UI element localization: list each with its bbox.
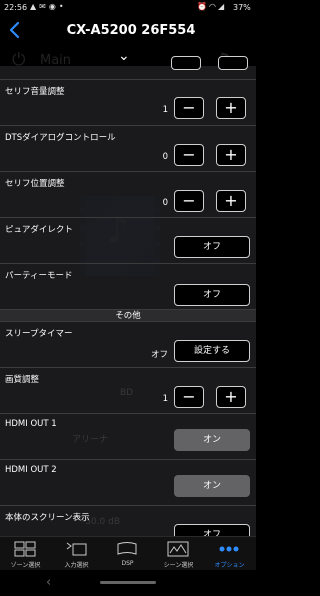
scene-icon [167, 541, 189, 557]
row-sleep-timer: スリープタイマー オフ 設定する [0, 322, 256, 368]
plus-button[interactable]: + [216, 190, 246, 212]
alarm-icon: ⏰ [197, 2, 209, 11]
row-value: 0 [162, 152, 168, 162]
nav-label: オプション [214, 562, 245, 569]
app-icon: ◉ [48, 2, 59, 11]
status-time: 22:56 [4, 3, 28, 12]
plus-button[interactable]: + [216, 386, 246, 408]
ghost-text: アリーナ [72, 435, 109, 445]
nav-label: DSP [121, 560, 134, 567]
nav-label: ゾーン選択 [10, 562, 41, 569]
plus-button[interactable]: + [216, 144, 246, 166]
row-label: DTSダイアログコントロール [5, 133, 116, 143]
minus-button[interactable]: − [174, 97, 204, 119]
row-hdmi-out-2: HDMI OUT 2 オン [0, 460, 256, 506]
row-hdmi-out-1: HDMI OUT 1 アリーナ オン [0, 414, 256, 460]
hdmi-out-2-toggle[interactable]: オン [174, 475, 250, 497]
options-icon [219, 546, 239, 552]
bottom-nav: ゾーン選択 入力選択 DSP シーン選択 オプション [0, 536, 256, 570]
system-icons: ⏰◠◢ [197, 2, 226, 11]
nav-label: 入力選択 [64, 562, 89, 569]
zone-icon [14, 541, 36, 557]
list-item-partial [0, 56, 256, 80]
input-icon [66, 542, 87, 556]
nav-input-select[interactable]: 入力選択 [51, 537, 102, 571]
minus-button[interactable]: − [174, 144, 204, 166]
dot-icon: • [58, 2, 67, 11]
row-label: ピュアダイレクト [5, 225, 73, 235]
nav-dsp[interactable]: DSP [102, 537, 153, 571]
notification-icons: ▲✉◉• [30, 2, 67, 11]
row-label: 画質調整 [5, 375, 40, 385]
row-value: 1 [162, 394, 168, 404]
dsp-icon [117, 542, 137, 555]
minus-button[interactable]: − [174, 190, 204, 212]
system-navigation-bar: ‹ [0, 570, 256, 596]
nav-options[interactable]: オプション [204, 537, 255, 571]
row-serif-position: セリフ位置調整 0 − + [0, 172, 256, 218]
app-header: CX-A5200 26F554 [0, 16, 256, 44]
page-title: CX-A5200 26F554 [66, 23, 196, 38]
plus-button-partial[interactable] [218, 56, 248, 70]
warning-icon: ▲ [30, 2, 40, 11]
mail-icon: ✉ [39, 2, 49, 11]
row-label: スリープタイマー [5, 329, 73, 339]
minus-button-partial[interactable] [171, 56, 201, 70]
home-gesture-pill[interactable] [100, 581, 156, 584]
ghost-text: BD [120, 388, 134, 398]
sleep-timer-set-button[interactable]: 設定する [174, 340, 250, 362]
row-value: オフ [150, 350, 168, 360]
row-serif-volume: セリフ音量調整 1 − + [0, 80, 256, 126]
hdmi-out-1-toggle[interactable]: オン [174, 429, 250, 451]
signal-icon: ◢ [217, 2, 227, 11]
status-bar: 22:56 ▲✉◉• ⏰◠◢ 37% [0, 0, 256, 16]
pure-direct-toggle[interactable]: オフ [174, 236, 250, 258]
options-panel[interactable]: セリフ音量調整 1 − + DTSダイアログコントロール 0 − + セリフ位置… [0, 56, 256, 552]
row-value: 0 [162, 198, 168, 208]
row-pure-direct: ピュアダイレクト オフ [0, 218, 256, 264]
system-back-icon[interactable]: ‹ [46, 575, 51, 590]
collapse-chevron-icon[interactable]: ⌄ [118, 48, 130, 64]
nav-label: シーン選択 [163, 562, 194, 569]
ghost-text: -50.0 dB [82, 517, 121, 527]
row-dts-dialog-control: DTSダイアログコントロール 0 − + [0, 126, 256, 172]
row-label: セリフ位置調整 [5, 179, 65, 189]
nav-scene-select[interactable]: シーン選択 [153, 537, 204, 571]
nav-zone-select[interactable]: ゾーン選択 [0, 537, 51, 571]
battery-level: 37% [233, 3, 251, 12]
row-label: パーティーモード [5, 271, 73, 281]
row-party-mode: パーティーモード オフ [0, 264, 256, 310]
row-value: 1 [162, 105, 168, 115]
minus-button[interactable]: − [174, 386, 204, 408]
row-label: 本体のスクリーン表示 [5, 513, 90, 523]
party-mode-toggle[interactable]: オフ [174, 284, 250, 306]
row-picture-adjust: 画質調整 BD 1 − + [0, 368, 256, 414]
section-header-other: その他 [0, 310, 256, 322]
row-label: セリフ音量調整 [5, 87, 65, 97]
wifi-icon: ◠ [208, 2, 218, 11]
row-label: HDMI OUT 2 [5, 465, 57, 475]
plus-button[interactable]: + [216, 97, 246, 119]
row-label: HDMI OUT 1 [5, 419, 57, 429]
